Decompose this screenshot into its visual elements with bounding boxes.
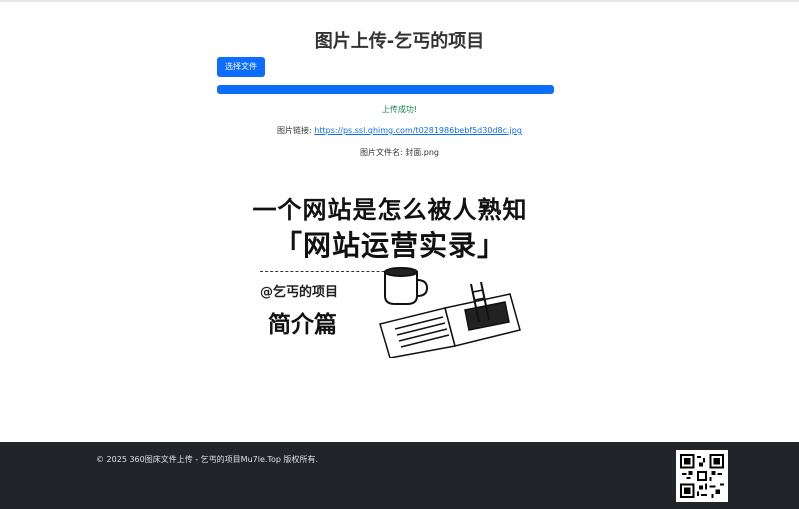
coffee-mug-icon (384, 267, 429, 305)
page-title: 图片上传-乞丐的项目 (314, 31, 485, 52)
upload-progress-fill (217, 85, 554, 94)
footer-copyright: © 2025 360图床文件上传 - 乞丐的项目Mu7le.Top 版权所有. (96, 455, 319, 464)
top-divider (0, 0, 799, 2)
upload-progress-bar (217, 85, 554, 94)
uploaded-image-preview: 一个网站是怎么被人熟知 「网站运营实录」 @乞丐的项目 简介篇 (240, 178, 540, 358)
image-filename: 封面.png (405, 148, 440, 157)
qr-code-icon (676, 450, 728, 502)
image-link-label: 图片链接: (277, 126, 315, 135)
image-filename-label: 图片文件名: (359, 148, 406, 157)
book-and-mug-illustration (379, 267, 521, 358)
preview-author-tag: @乞丐的项目 (260, 285, 339, 300)
upload-success-message: 上传成功! (381, 105, 418, 114)
site-footer: © 2025 360图床文件上传 - 乞丐的项目Mu7le.Top 版权所有. (0, 442, 799, 509)
preview-section-label: 简介篇 (268, 312, 337, 338)
choose-file-button[interactable]: 选择文件 (217, 57, 265, 77)
image-link[interactable]: https://ps.ssl.qhimg.com/t0281986bebf5d3… (314, 126, 522, 135)
image-link-row: 图片链接: https://ps.ssl.qhimg.com/t0281986b… (0, 125, 799, 136)
preview-subtitle: 「网站运营实录」 (273, 229, 506, 262)
preview-headline: 一个网站是怎么被人熟知 (252, 196, 528, 224)
image-filename-row: 图片文件名: 封面.png (0, 147, 799, 158)
